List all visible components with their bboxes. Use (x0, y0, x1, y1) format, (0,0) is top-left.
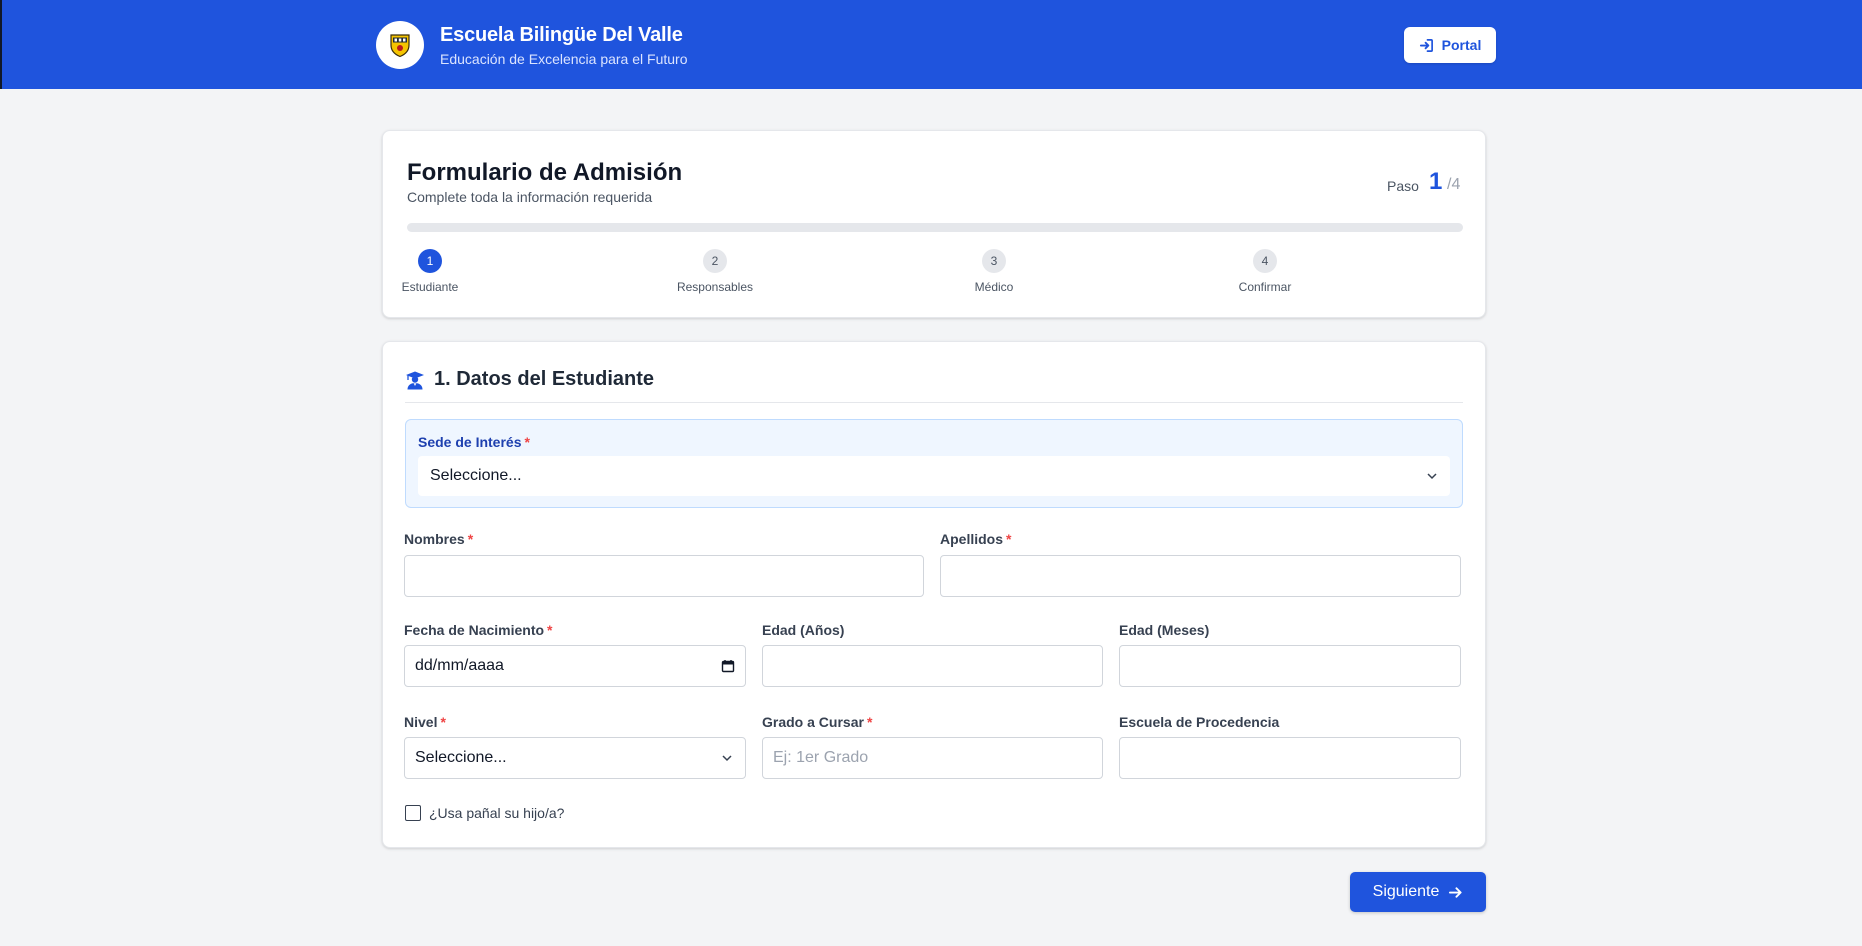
grado-label-text: Grado a Cursar (762, 714, 864, 730)
progress-card: Formulario de Admisión Complete toda la … (382, 130, 1486, 318)
sede-label-text: Sede de Interés (418, 434, 522, 450)
escuela-procedencia-input[interactable] (1119, 737, 1461, 779)
apellidos-label: Apellidos * (940, 531, 1011, 547)
portal-button[interactable]: Portal (1404, 27, 1496, 63)
chevron-down-icon (1427, 473, 1437, 480)
required-mark: * (866, 714, 873, 730)
step-label: Responsables (676, 280, 754, 294)
panal-label[interactable]: ¿Usa pañal su hijo/a? (429, 805, 564, 821)
student-graduate-icon (406, 371, 424, 389)
step-counter-total: /4 (1447, 176, 1461, 193)
next-button-label: Siguiente (1372, 883, 1440, 900)
school-name: Escuela Bilingüe Del Valle (440, 24, 683, 46)
fecha-nacimiento-label: Fecha de Nacimiento * (404, 622, 553, 638)
edad-meses-label: Edad (Meses) (1119, 622, 1210, 638)
step-responsables: 2 Responsables (670, 249, 760, 294)
required-mark: * (1006, 531, 1012, 547)
escuela-procedencia-label: Escuela de Procedencia (1119, 714, 1280, 730)
sign-in-icon (1419, 38, 1433, 52)
section-divider (405, 402, 1463, 403)
calendar-icon[interactable] (721, 659, 735, 673)
portal-button-label: Portal (1441, 37, 1482, 53)
step-label: Estudiante (401, 280, 459, 294)
edad-meses-input[interactable] (1119, 645, 1461, 687)
nombres-input[interactable] (404, 555, 924, 597)
sede-select-value: Seleccione... (430, 467, 522, 484)
form-subtitle: Complete toda la información requerida (407, 189, 653, 205)
nombres-label-text: Nombres (404, 531, 465, 547)
panal-row: ¿Usa pañal su hijo/a? (405, 805, 564, 821)
sede-select[interactable]: Seleccione... (418, 456, 1450, 496)
required-mark: * (547, 622, 553, 638)
step-counter-current: 1 (1429, 168, 1443, 195)
nivel-select-value: Seleccione... (415, 749, 507, 766)
step-medico: 3 Médico (949, 249, 1039, 294)
panal-checkbox[interactable] (405, 805, 421, 821)
step-label: Médico (974, 280, 1014, 294)
fecha-nacimiento-value: dd/mm/aaaa (415, 657, 504, 674)
school-logo (376, 21, 424, 69)
progress-bar (407, 223, 1463, 232)
required-mark: * (467, 531, 474, 547)
nivel-label: Nivel * (404, 714, 446, 730)
edad-anios-input[interactable] (762, 645, 1103, 687)
step-confirmar: 4 Confirmar (1220, 249, 1310, 294)
required-mark: * (524, 434, 530, 450)
step-number: 4 (1253, 249, 1277, 273)
apellidos-label-text: Apellidos (940, 531, 1004, 547)
step-estudiante: 1 Estudiante (385, 249, 475, 294)
fecha-nacimiento-input[interactable]: dd/mm/aaaa (404, 645, 746, 687)
fecha-nacimiento-label-text: Fecha de Nacimiento (404, 622, 545, 638)
sede-label: Sede de Interés * (418, 434, 530, 450)
required-mark: * (440, 714, 446, 730)
step-label: Confirmar (1238, 280, 1292, 294)
arrow-right-icon (1449, 886, 1462, 898)
school-crest-icon (390, 34, 410, 58)
section-title-text: 1. Datos del Estudiante (434, 368, 655, 390)
edad-anios-label: Edad (Años) (762, 622, 845, 638)
school-tagline: Educación de Excelencia para el Futuro (440, 51, 688, 67)
apellidos-input[interactable] (940, 555, 1461, 597)
site-header: Escuela Bilingüe Del Valle Educación de … (0, 0, 1862, 89)
nivel-label-text: Nivel (404, 714, 438, 730)
step-number: 3 (982, 249, 1006, 273)
student-form-card: 1. Datos del Estudiante Sede de Interés *… (382, 341, 1486, 848)
grado-input[interactable]: Ej: 1er Grado (762, 737, 1103, 779)
section-title: 1. Datos del Estudiante (405, 368, 654, 391)
grado-label: Grado a Cursar * (762, 714, 872, 730)
step-counter-label: Paso (1387, 178, 1419, 194)
nombres-label: Nombres * (404, 531, 473, 547)
step-number: 1 (418, 249, 442, 273)
next-button[interactable]: Siguiente (1350, 872, 1486, 912)
form-title: Formulario de Admisión (407, 159, 683, 186)
step-number: 2 (703, 249, 727, 273)
chevron-down-icon (722, 755, 732, 762)
sede-panel: Sede de Interés * Seleccione... (405, 419, 1463, 508)
nivel-select[interactable]: Seleccione... (404, 737, 746, 779)
